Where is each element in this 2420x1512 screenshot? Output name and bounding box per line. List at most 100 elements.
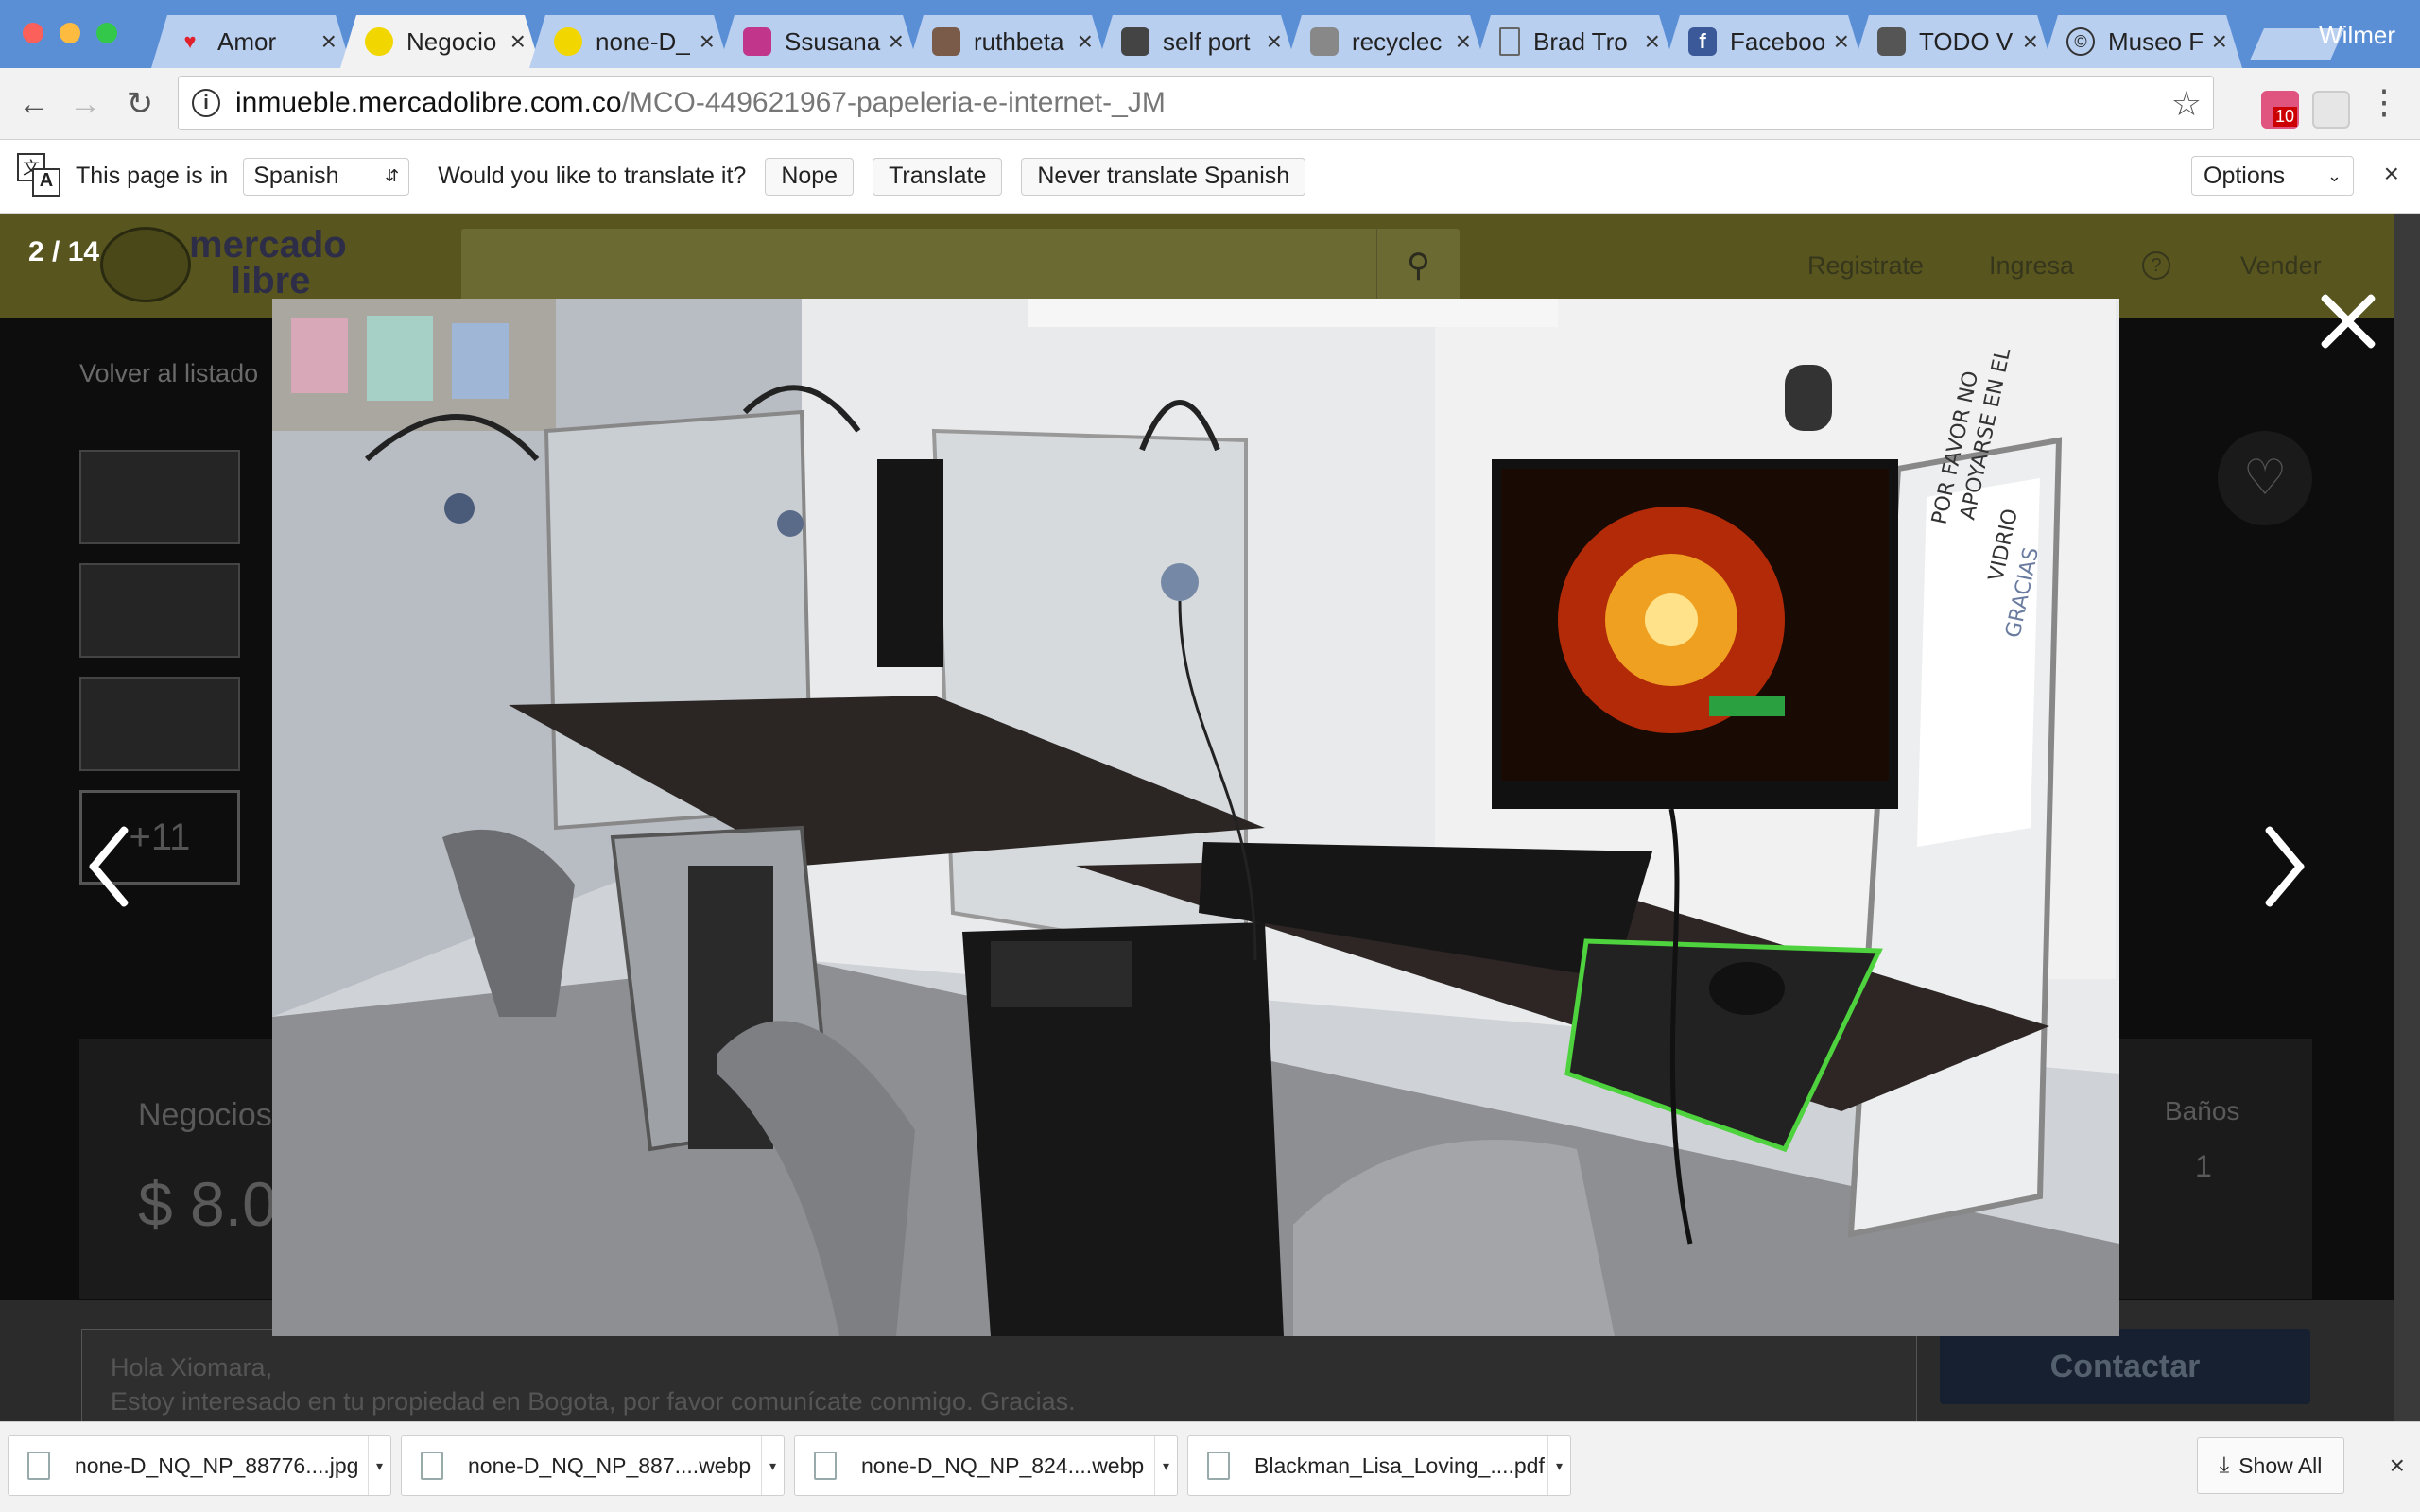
forward-button[interactable]: → [62,81,108,127]
arrow-right-icon: → [69,85,101,122]
logo-line-1: mercado [189,224,347,266]
tab-ssusana[interactable]: Ssusana × [718,15,919,68]
star-icon[interactable]: ☆ [2171,84,2202,124]
copyright-icon: © [2066,27,2095,56]
language-select[interactable]: Spanish ⇵ [243,157,410,196]
minimize-window-button[interactable] [60,23,80,43]
next-photo-chevron-right-icon[interactable] [2257,818,2314,913]
chevron-down-icon: ⌄ [2326,165,2342,185]
site-logo-text[interactable]: mercado libre [189,224,347,301]
tab-todo[interactable]: TODO V × [1853,15,2053,68]
sell-link[interactable]: Vender [2240,251,2322,281]
close-icon[interactable]: × [316,26,337,57]
tab-ruthbeta[interactable]: ruthbeta × [908,15,1108,68]
chevron-down-icon[interactable]: ▾ [761,1436,784,1495]
tab-museo[interactable]: © Museo F × [2042,15,2242,68]
photo-thumbnail[interactable] [79,677,240,771]
image-icon [1877,27,1906,56]
mercadolibre-logo-icon[interactable] [100,227,191,302]
close-download-shelf-icon[interactable]: × [2390,1451,2405,1481]
tab-title: self port [1163,26,1251,56]
image-file-icon [27,1452,50,1480]
options-dropdown[interactable]: Options ⌄ [2191,156,2354,196]
tab-title: Faceboo [1730,26,1826,56]
options-label: Options [2204,162,2286,189]
extension-icon[interactable] [2312,91,2350,129]
updown-icon: ⇵ [385,166,400,185]
file-icon [814,1452,837,1480]
show-all-downloads-button[interactable]: ⤓ Show All [2197,1437,2344,1494]
tab-none-d[interactable]: none-D_ × [529,15,730,68]
extension-badge-count: 10 [2272,107,2297,127]
tab-recycled[interactable]: recyclec × [1286,15,1486,68]
image-icon [1310,27,1339,56]
download-filename: none-D_NQ_NP_824....webp [861,1452,1145,1478]
close-icon[interactable]: × [1639,26,1660,57]
nope-button[interactable]: Nope [765,157,855,196]
close-icon[interactable]: × [1261,26,1282,57]
favorite-heart-icon[interactable]: ♡ [2218,431,2312,525]
help-icon[interactable]: ? [2142,251,2170,280]
download-item[interactable]: Blackman_Lisa_Loving_....pdf ▾ [1187,1435,1571,1496]
close-icon[interactable]: × [2206,26,2227,57]
translate-bar: 文A This page is in Spanish ⇵ Would you l… [0,140,2420,214]
close-icon[interactable]: × [505,26,526,57]
close-lightbox-icon[interactable] [2316,289,2380,353]
photo-thumbnail[interactable] [79,450,240,544]
register-link[interactable]: Registrate [1807,251,1924,281]
tab-self-port[interactable]: self port × [1097,15,1297,68]
close-icon[interactable]: × [1828,26,1849,57]
tab-title: TODO V [1919,26,2014,56]
translate-prefix: This page is in [76,163,229,189]
chevron-down-icon[interactable]: ▾ [368,1436,390,1495]
back-button[interactable]: ← [11,81,57,127]
site-search-input[interactable] [461,229,1460,302]
tab-brad-tro[interactable]: Brad Tro × [1475,15,1675,68]
profile-name[interactable]: Wilmer [2319,21,2395,50]
close-icon[interactable]: × [1072,26,1093,57]
facebook-icon: f [1688,27,1717,56]
url-host: inmueble.mercadolibre.com.co [235,87,622,118]
download-item[interactable]: none-D_NQ_NP_824....webp ▾ [794,1435,1178,1496]
image-icon [932,27,960,56]
close-icon[interactable]: × [2017,26,2038,57]
language-select-value: Spanish [253,163,339,189]
close-icon[interactable]: × [1450,26,1471,57]
address-bar[interactable]: i inmueble.mercadolibre.com.co/MCO-44962… [178,76,2214,130]
translate-button[interactable]: Translate [873,157,1003,196]
search-icon[interactable]: ⚲ [1376,229,1460,302]
download-item[interactable]: none-D_NQ_NP_887....webp ▾ [401,1435,785,1496]
logo-line-2: libre [231,260,311,301]
close-window-button[interactable] [23,23,43,43]
tab-facebook[interactable]: f Faceboo × [1664,15,1864,68]
chevron-down-icon[interactable]: ▾ [1547,1436,1570,1495]
extension-badge-icon[interactable]: 10 [2261,91,2299,129]
info-icon[interactable]: i [192,89,220,117]
download-filename: none-D_NQ_NP_887....webp [468,1452,752,1478]
show-all-label: Show All [2238,1452,2323,1478]
tab-negocio[interactable]: Negocio × [340,15,541,68]
back-to-list-link[interactable]: Volver al listado [79,359,258,388]
message-line: Hola Xiomara, [111,1353,273,1382]
contact-button[interactable]: Contactar [1940,1329,2310,1404]
tab-title: Ssusana [785,26,881,56]
maximize-window-button[interactable] [96,23,117,43]
close-icon[interactable]: × [883,26,904,57]
reload-button[interactable]: ↻ [117,81,163,127]
download-item[interactable]: none-D_NQ_NP_88776....jpg ▾ [8,1435,391,1496]
photo-thumbnail[interactable] [79,563,240,658]
heart-icon: ♥ [183,29,197,53]
chevron-down-icon[interactable]: ▾ [1154,1436,1177,1495]
mercadolibre-icon [365,27,393,56]
browser-toolbar: ← → ↻ i inmueble.mercadolibre.com.co/MCO… [0,68,2420,140]
contact-message-textarea[interactable]: Hola Xiomara, Estoy interesado en tu pro… [81,1329,1917,1421]
tab-title: Amor [217,26,277,56]
translate-question: Would you like to translate it? [438,163,747,189]
never-translate-button[interactable]: Never translate Spanish [1021,157,1306,196]
close-translate-bar-icon[interactable]: × [2384,159,2399,189]
menu-icon[interactable]: ⋮ [2367,85,2401,119]
close-icon[interactable]: × [694,26,715,57]
login-link[interactable]: Ingresa [1989,251,2074,281]
tab-amor[interactable]: ♥ Amor × [151,15,352,68]
previous-photo-chevron-left-icon[interactable] [78,818,134,913]
